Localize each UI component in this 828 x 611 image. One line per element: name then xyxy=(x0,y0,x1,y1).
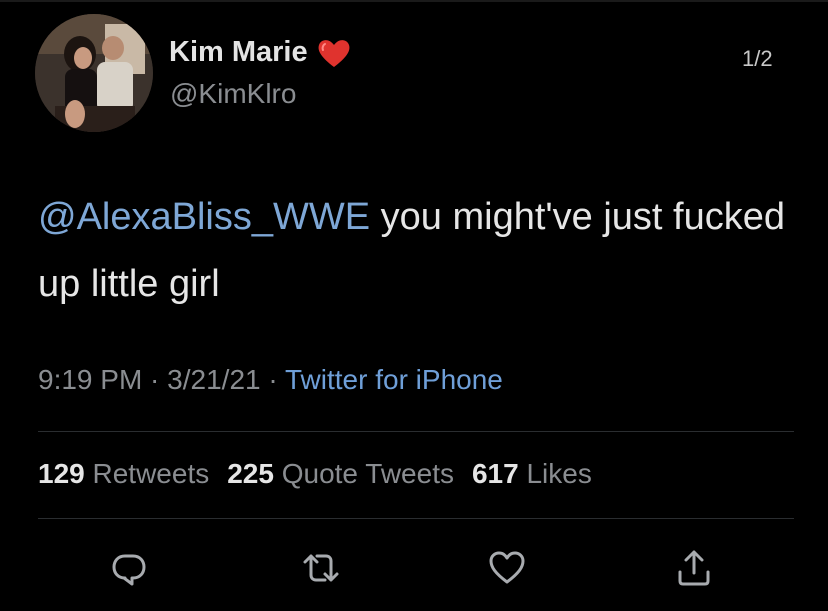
reply-icon xyxy=(112,554,146,586)
quote-tweets-stat[interactable]: 225 Quote Tweets xyxy=(227,458,454,489)
like-button[interactable] xyxy=(487,548,527,588)
divider xyxy=(38,431,794,432)
meta-separator: · xyxy=(142,364,168,395)
likes-label: Likes xyxy=(526,458,592,489)
share-icon xyxy=(678,550,710,586)
retweet-icon xyxy=(303,554,339,582)
likes-count: 617 xyxy=(471,458,519,489)
action-bar xyxy=(0,548,828,588)
page-counter: 1/2 xyxy=(742,46,773,71)
divider xyxy=(38,518,794,519)
tweet-date[interactable]: 3/21/21 xyxy=(167,364,260,395)
top-divider xyxy=(0,0,828,2)
tweet-time[interactable]: 9:19 PM xyxy=(38,364,142,395)
author-display-name[interactable]: Kim Marie xyxy=(169,36,352,69)
mention-link[interactable]: @AlexaBliss_WWE xyxy=(38,196,370,238)
avatar-photo xyxy=(35,14,153,132)
tweet-text: @AlexaBliss_WWE you might've just fucked… xyxy=(38,184,798,318)
heart-icon xyxy=(316,37,352,69)
quote-tweets-count: 225 xyxy=(227,458,274,489)
author-handle[interactable]: @KimKlro xyxy=(170,78,296,110)
tweet-meta: 9:19 PM · 3/21/21 · Twitter for iPhone xyxy=(38,364,503,396)
reply-button[interactable] xyxy=(109,548,149,588)
share-button[interactable] xyxy=(674,548,714,588)
retweets-label: Retweets xyxy=(92,458,210,489)
retweets-count: 129 xyxy=(38,458,85,489)
tweet-source[interactable]: Twitter for iPhone xyxy=(285,364,503,395)
display-name-text: Kim Marie xyxy=(169,36,308,68)
like-icon xyxy=(489,551,525,584)
quote-tweets-label: Quote Tweets xyxy=(281,458,454,489)
retweet-button[interactable] xyxy=(301,548,341,588)
avatar[interactable] xyxy=(35,14,153,132)
likes-stat[interactable]: 617 Likes xyxy=(472,458,592,489)
meta-separator: · xyxy=(260,364,285,395)
tweet-stats: 129 Retweets 225 Quote Tweets 617 Likes xyxy=(38,458,592,490)
retweets-stat[interactable]: 129 Retweets xyxy=(38,458,209,489)
